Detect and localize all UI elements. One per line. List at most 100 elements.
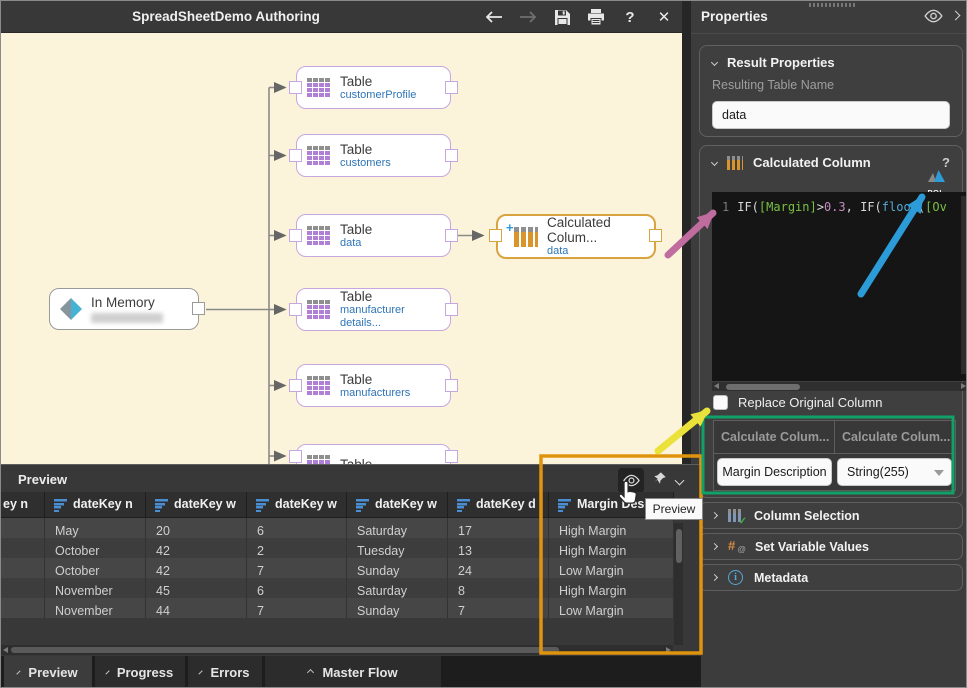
node-table-data[interactable]: Tabledata [296,214,451,257]
column-header[interactable]: dateKey w [247,492,347,518]
connector-in[interactable] [289,303,302,316]
cell: 42 [146,538,247,558]
result-properties-title: Result Properties [727,55,835,70]
chevron-down-icon[interactable] [711,59,718,66]
cell: Low Margin [549,598,674,618]
print-icon[interactable] [586,7,606,27]
scroll-left-icon[interactable] [714,383,719,389]
connector-in[interactable] [289,81,302,94]
preview-panel: Preview ey n dateKey [1,464,701,656]
editor-vertical-scrollbar[interactable] [961,196,966,374]
node-table-customerprofile[interactable]: TablecustomerProfile [296,66,451,109]
scrollbar-thumb[interactable] [676,529,682,563]
node-calculated-column[interactable]: + Calculated Colum...data [496,214,656,259]
node-title: Table [340,142,391,157]
column-header-label: Margin Desc [577,497,651,511]
node-subtitle: data [547,245,644,258]
tab-preview[interactable]: Preview [4,656,92,688]
eye-icon[interactable] [923,9,944,28]
preview-eye-button[interactable] [618,468,644,493]
collapse-panel-icon[interactable] [951,11,961,21]
node-title: Table [340,289,440,304]
chevron-down-icon[interactable] [934,470,944,476]
scrollbar-thumb[interactable] [726,384,800,390]
scroll-left-icon[interactable] [3,647,8,653]
table-icon [307,376,331,395]
node-table-manufacturer-details[interactable]: Tablemanufacturer details... [296,288,451,331]
tab-master-flow[interactable]: Master Flow [265,656,441,688]
cell: High Margin [549,518,674,538]
help-icon[interactable]: ? [942,155,950,170]
table-icon [307,455,331,465]
sort-icon [256,497,269,512]
cell [1,538,45,558]
tab-errors[interactable]: Errors [188,656,262,688]
connector-out[interactable] [445,450,458,463]
scroll-right-icon[interactable] [666,647,671,653]
node-table-manufacturers[interactable]: Tablemanufacturers [296,364,451,407]
section-metadata[interactable]: i Metadata [699,564,963,591]
help-icon[interactable]: ? [620,7,640,27]
formula-code-editor[interactable]: 1IF([Margin]>0.3, IF(floor([Ov [712,192,967,381]
table-horizontal-scrollbar[interactable] [1,645,673,655]
chevron-right-icon[interactable] [711,512,718,519]
scroll-right-icon[interactable] [961,383,966,389]
in-memory-subtitle-redacted [91,313,163,323]
column-header[interactable]: dateKey w [347,492,448,518]
back-icon[interactable] [484,7,504,27]
connector-in[interactable] [289,149,302,162]
column-header[interactable]: ey n [1,492,45,518]
connector-out[interactable] [445,379,458,392]
cell [1,598,45,618]
connector-out[interactable] [649,229,662,242]
section-set-variable-values[interactable]: #@ Set Variable Values [699,533,963,560]
tab-label: Master Flow [322,665,397,680]
connector-in[interactable] [289,379,302,392]
chevron-down-icon [17,670,21,674]
cell: 8 [448,578,549,598]
node-table-partial[interactable]: Table [296,444,451,464]
connector-in[interactable] [489,229,502,242]
column-header[interactable]: dateKey d [448,492,549,518]
cell [1,518,45,538]
chevron-right-icon[interactable] [711,574,718,581]
editor-horizontal-scrollbar[interactable] [712,382,967,391]
scrollbar-thumb[interactable] [11,647,559,653]
table-icon [307,78,331,97]
cell: 6 [247,578,347,598]
chevron-down-icon[interactable] [675,476,685,486]
connector-out[interactable] [445,81,458,94]
pin-icon[interactable] [653,471,667,490]
connector-out-in-memory[interactable] [192,302,205,315]
resulting-table-name-input[interactable]: data [712,101,950,129]
node-table-customers[interactable]: Tablecustomers [296,134,451,177]
connector-out[interactable] [445,303,458,316]
column-header[interactable]: dateKey n [45,492,146,518]
node-subtitle: manufacturers [340,387,410,400]
cell: Low Margin [549,558,674,578]
connector-out[interactable] [445,229,458,242]
cell: 17 [448,518,549,538]
connector-in[interactable] [289,450,302,463]
node-subtitle: customers [340,157,391,170]
code-token: IF( [737,200,759,214]
chevron-down-icon[interactable] [711,159,718,166]
section-column-selection[interactable]: ✓ Column Selection [699,502,963,529]
save-icon[interactable] [552,7,572,27]
table-icon [307,146,331,165]
info-icon: i [728,570,743,585]
node-title: Table [340,457,372,465]
connector-out[interactable] [445,149,458,162]
close-icon[interactable]: ✕ [654,7,674,27]
tab-progress[interactable]: Progress [95,656,185,688]
flow-canvas[interactable]: In Memory TablecustomerProfile Tablecust… [1,33,682,464]
replace-original-column-checkbox[interactable] [713,395,728,410]
connector-in[interactable] [289,229,302,242]
table-vertical-scrollbar[interactable] [674,523,683,645]
chevron-right-icon[interactable] [711,543,718,550]
column-name-input[interactable]: Margin Description [717,458,832,486]
node-subtitle: customerProfile [340,89,416,102]
tooltip: Preview [645,498,703,520]
node-in-memory[interactable]: In Memory [49,288,199,330]
column-header[interactable]: dateKey w [146,492,247,518]
